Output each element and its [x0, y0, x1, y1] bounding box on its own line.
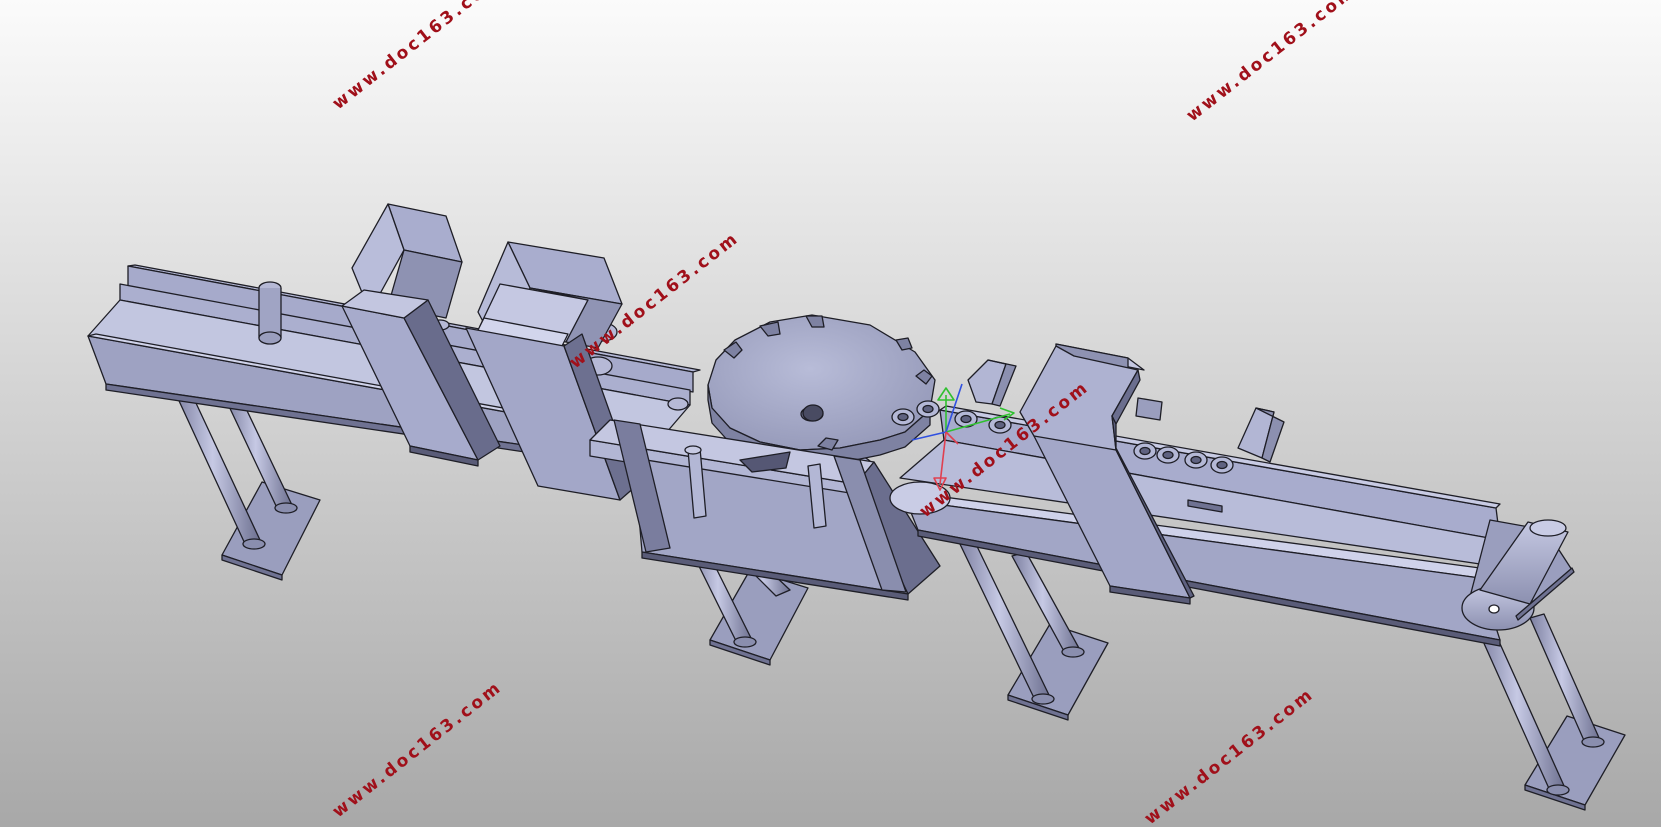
cad-assembly-canvas[interactable]: www.doc163.com www.doc163.com www.doc163… — [0, 0, 1661, 827]
cad-3d-viewport[interactable]: www.doc163.com www.doc163.com www.doc163… — [0, 0, 1661, 827]
